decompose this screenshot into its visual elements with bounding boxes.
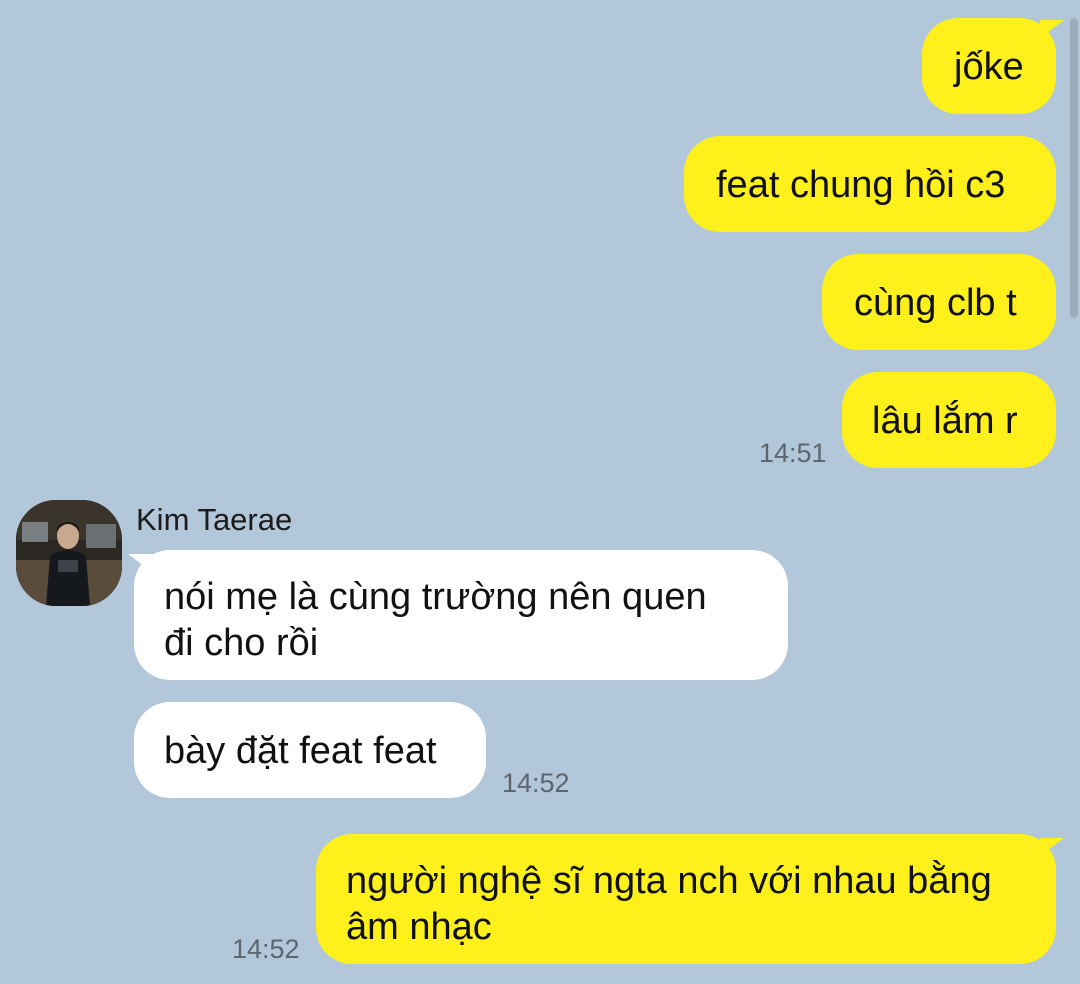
message-bubble-outgoing[interactable]: người nghệ sĩ ngta nch với nhau bằng âm … [316, 834, 1056, 964]
sender-name: Kim Taerae [136, 502, 293, 537]
message-bubble-outgoing[interactable]: feat chung hồi c3 [684, 136, 1056, 232]
message-bubble-outgoing[interactable]: jốke [922, 18, 1056, 114]
message-text: feat chung hồi c3 [716, 164, 1006, 206]
avatar[interactable] [16, 500, 122, 606]
message-timestamp: 14:52 [232, 934, 300, 964]
message-text: cùng clb t [854, 282, 1017, 324]
bubble-tail [1040, 838, 1064, 856]
message-bubble-outgoing[interactable]: cùng clb t [822, 254, 1056, 350]
message-timestamp: 14:51 [759, 438, 827, 468]
message-text-line: người nghệ sĩ ngta nch với nhau bằng [346, 860, 992, 902]
scrollbar[interactable] [1070, 18, 1078, 318]
message-bubble-incoming[interactable]: bày đặt feat feat [134, 702, 486, 798]
message-text-line: nói mẹ là cùng trường nên quen [164, 576, 707, 618]
message-text: jốke [954, 46, 1024, 88]
message-bubble-outgoing[interactable]: lâu lắm r [842, 372, 1056, 468]
message-text: lâu lắm r [872, 400, 1018, 442]
message-timestamp: 14:52 [502, 768, 570, 798]
bubble-tail [128, 554, 152, 572]
message-text-line: âm nhạc [346, 906, 492, 948]
chat-view[interactable]: jốke feat chung hồi c3 cùng clb t lâu lắ… [0, 0, 1080, 984]
message-bubble-incoming[interactable]: nói mẹ là cùng trường nên quen đi cho rồ… [134, 550, 788, 680]
profile-photo [16, 500, 122, 606]
message-text: bày đặt feat feat [164, 730, 437, 772]
message-text-line: đi cho rồi [164, 622, 319, 664]
bubble-tail [1040, 20, 1064, 38]
